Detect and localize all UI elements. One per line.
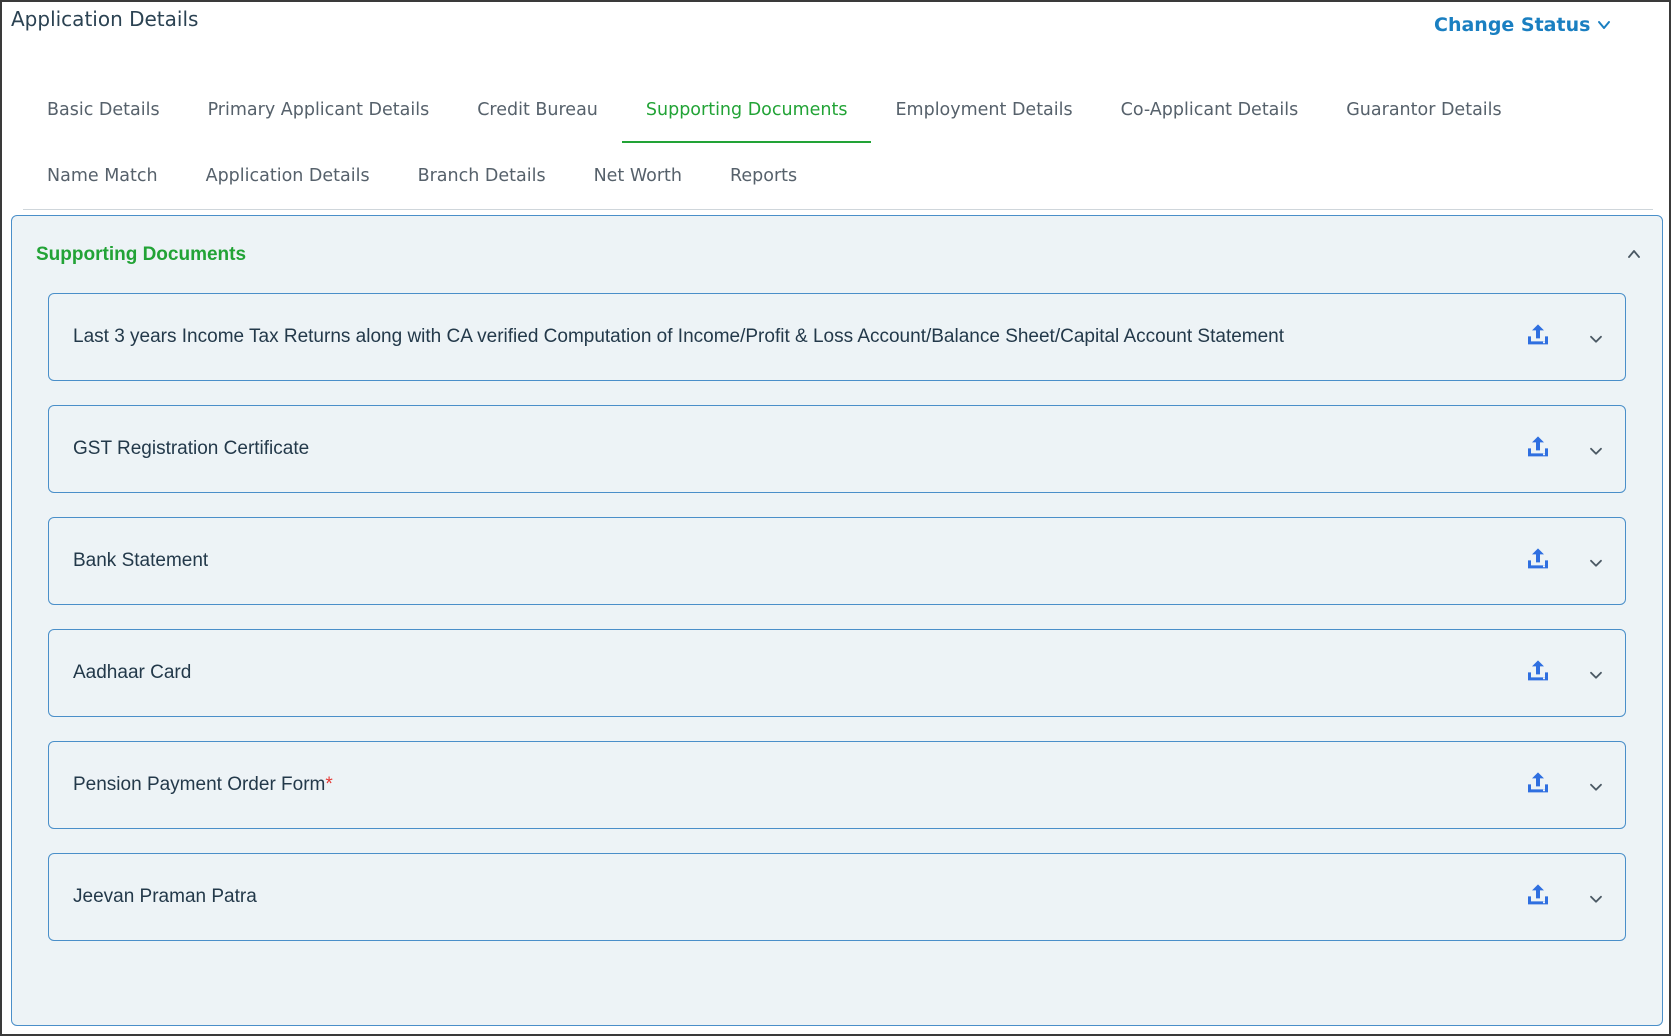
chevron-down-icon[interactable] (1587, 331, 1605, 349)
document-label: Bank Statement (73, 550, 209, 571)
document-row-pension-payment-order[interactable]: Pension Payment Order Form* (48, 741, 1626, 829)
chevron-down-icon[interactable] (1587, 555, 1605, 573)
tab-bar: Basic Details Primary Applicant Details … (23, 77, 1653, 210)
supporting-documents-panel: Supporting Documents Last 3 years Income… (11, 215, 1663, 1026)
tab-primary-applicant-details[interactable]: Primary Applicant Details (184, 77, 454, 143)
upload-icon[interactable] (1525, 545, 1551, 571)
chevron-down-icon (1598, 21, 1611, 29)
document-label: Aadhaar Card (73, 662, 192, 683)
chevron-up-icon (1628, 250, 1640, 258)
document-label: Jeevan Praman Patra (73, 886, 257, 907)
tab-branch-details[interactable]: Branch Details (394, 143, 570, 209)
document-row-bank-statement[interactable]: Bank Statement (48, 517, 1626, 605)
required-marker: * (325, 774, 333, 795)
document-row-gst-certificate[interactable]: GST Registration Certificate (48, 405, 1626, 493)
upload-icon[interactable] (1525, 321, 1551, 347)
tab-reports[interactable]: Reports (706, 143, 821, 209)
panel-title: Supporting Documents (36, 244, 247, 265)
upload-icon[interactable] (1525, 769, 1551, 795)
tab-application-details[interactable]: Application Details (182, 143, 394, 209)
document-label: Pension Payment Order Form* (73, 774, 333, 795)
tab-employment-details[interactable]: Employment Details (871, 77, 1096, 143)
document-row-income-tax-returns[interactable]: Last 3 years Income Tax Returns along wi… (48, 293, 1626, 381)
chevron-down-icon[interactable] (1587, 891, 1605, 909)
tab-co-applicant-details[interactable]: Co-Applicant Details (1097, 77, 1323, 143)
tab-net-worth[interactable]: Net Worth (570, 143, 706, 209)
application-window: Application Details Change Status Basic … (0, 0, 1671, 1036)
change-status-label: Change Status (1434, 14, 1591, 36)
chevron-down-icon[interactable] (1587, 779, 1605, 797)
tab-basic-details[interactable]: Basic Details (23, 77, 184, 143)
tab-name-match[interactable]: Name Match (23, 143, 182, 209)
upload-icon[interactable] (1525, 657, 1551, 683)
upload-icon[interactable] (1525, 881, 1551, 907)
document-list: Last 3 years Income Tax Returns along wi… (48, 293, 1626, 965)
document-row-jeevan-praman-patra[interactable]: Jeevan Praman Patra (48, 853, 1626, 941)
tab-guarantor-details[interactable]: Guarantor Details (1322, 77, 1525, 143)
tab-row-1: Basic Details Primary Applicant Details … (23, 77, 1653, 143)
tab-credit-bureau[interactable]: Credit Bureau (453, 77, 622, 143)
collapse-panel-button[interactable] (1624, 244, 1644, 264)
upload-icon[interactable] (1525, 433, 1551, 459)
tab-row-2: Name Match Application Details Branch De… (23, 143, 1653, 209)
change-status-button[interactable]: Change Status (1434, 14, 1612, 36)
document-label: GST Registration Certificate (73, 438, 310, 459)
document-label: Last 3 years Income Tax Returns along wi… (73, 326, 1285, 347)
page-title: Application Details (11, 7, 199, 31)
chevron-down-icon[interactable] (1587, 667, 1605, 685)
document-row-aadhaar-card[interactable]: Aadhaar Card (48, 629, 1626, 717)
tab-supporting-documents[interactable]: Supporting Documents (621, 77, 872, 143)
chevron-down-icon[interactable] (1587, 443, 1605, 461)
